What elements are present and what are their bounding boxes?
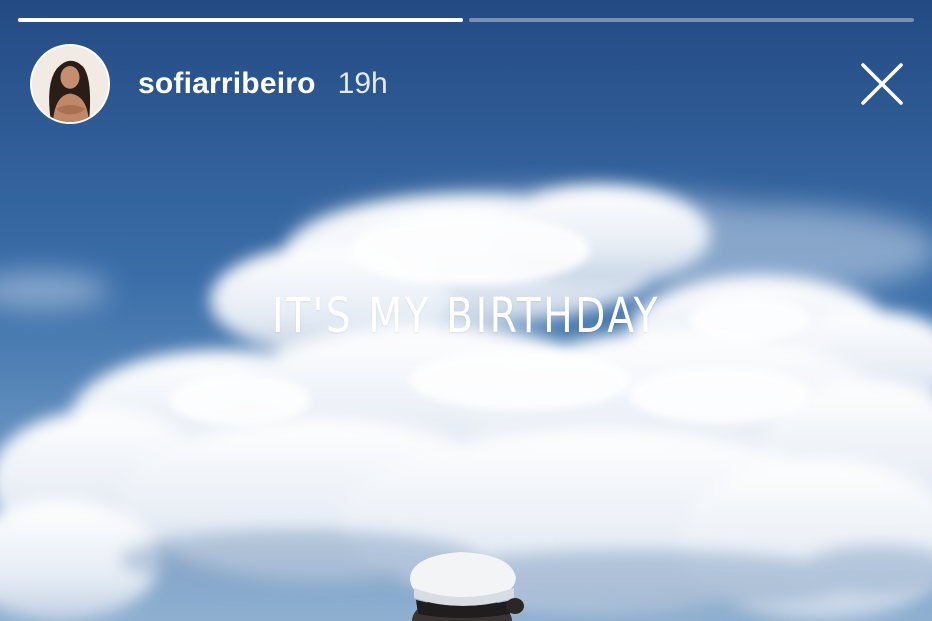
post-timestamp: 19h	[337, 67, 388, 100]
story-progress-bar	[18, 18, 914, 22]
story-header: sofiarribeiro 19h	[30, 44, 388, 124]
username[interactable]: sofiarribeiro	[138, 67, 316, 101]
close-icon	[861, 63, 903, 105]
profile-photo-icon	[32, 46, 108, 122]
story-viewer[interactable]: sofiarribeiro 19h IT'S MY BIRTHDAY	[0, 0, 932, 621]
progress-segment-fill	[18, 18, 463, 22]
story-caption: IT'S MY BIRTHDAY	[271, 288, 661, 344]
progress-segment	[18, 18, 463, 22]
avatar[interactable]	[30, 44, 110, 124]
progress-segment	[469, 18, 914, 22]
close-button[interactable]	[858, 60, 906, 108]
